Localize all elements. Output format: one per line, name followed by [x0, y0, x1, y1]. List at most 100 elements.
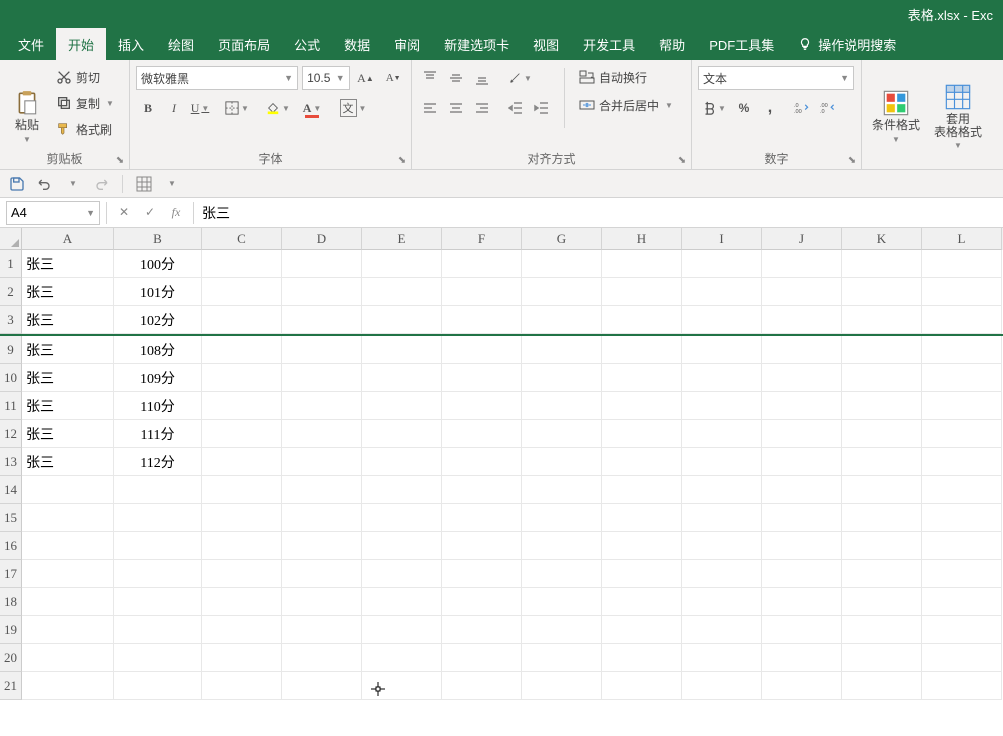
cell[interactable]	[682, 336, 762, 364]
cell[interactable]	[362, 392, 442, 420]
col-header-B[interactable]: B	[114, 228, 202, 250]
font-name-combo[interactable]: 微软雅黑▼	[136, 66, 298, 90]
cell[interactable]	[522, 336, 602, 364]
col-header-I[interactable]: I	[682, 228, 762, 250]
cell[interactable]	[442, 672, 522, 700]
cell[interactable]	[442, 392, 522, 420]
cell[interactable]: 张三	[22, 336, 114, 364]
touch-mode-button[interactable]	[133, 173, 155, 195]
cell[interactable]	[442, 504, 522, 532]
cell[interactable]	[922, 644, 1002, 672]
cell[interactable]	[282, 392, 362, 420]
cell[interactable]	[602, 306, 682, 334]
cell[interactable]	[362, 504, 442, 532]
cell[interactable]	[842, 672, 922, 700]
cell[interactable]	[762, 392, 842, 420]
cell[interactable]	[922, 672, 1002, 700]
cell[interactable]	[682, 504, 762, 532]
cell[interactable]	[442, 532, 522, 560]
cell[interactable]	[114, 532, 202, 560]
tab-developer[interactable]: 开发工具	[571, 28, 647, 60]
cell[interactable]	[522, 560, 602, 588]
cell[interactable]	[282, 588, 362, 616]
cell[interactable]	[22, 504, 114, 532]
cell[interactable]	[842, 278, 922, 306]
cell[interactable]: 100分	[114, 250, 202, 278]
cell[interactable]	[114, 504, 202, 532]
cell[interactable]	[282, 616, 362, 644]
accounting-format-button[interactable]: ▼	[698, 96, 730, 120]
cell[interactable]	[602, 448, 682, 476]
row-header[interactable]: 19	[0, 616, 22, 644]
cell[interactable]	[522, 448, 602, 476]
col-header-D[interactable]: D	[282, 228, 362, 250]
cell[interactable]	[842, 504, 922, 532]
border-button[interactable]: ▼	[221, 96, 253, 120]
cell[interactable]	[114, 560, 202, 588]
cell[interactable]	[442, 644, 522, 672]
name-box[interactable]: A4▼	[6, 201, 100, 225]
align-bottom-button[interactable]	[470, 66, 494, 90]
cell[interactable]	[522, 364, 602, 392]
alignment-launcher[interactable]: ⬊	[675, 153, 689, 167]
cell[interactable]	[202, 588, 282, 616]
row-header[interactable]: 12	[0, 420, 22, 448]
cell[interactable]	[522, 278, 602, 306]
row-header[interactable]: 13	[0, 448, 22, 476]
tab-review[interactable]: 审阅	[382, 28, 432, 60]
cell[interactable]	[762, 448, 842, 476]
cell[interactable]	[682, 364, 762, 392]
cell[interactable]	[522, 420, 602, 448]
cell[interactable]	[522, 504, 602, 532]
tab-home[interactable]: 开始	[56, 28, 106, 60]
cell[interactable]: 112分	[114, 448, 202, 476]
cell[interactable]	[22, 560, 114, 588]
col-header-E[interactable]: E	[362, 228, 442, 250]
col-header-K[interactable]: K	[842, 228, 922, 250]
cell[interactable]: 109分	[114, 364, 202, 392]
increase-decimal-button[interactable]: .0.00	[790, 96, 814, 120]
underline-button[interactable]: U▼	[188, 96, 212, 120]
row-header[interactable]: 15	[0, 504, 22, 532]
cell[interactable]	[22, 532, 114, 560]
cell[interactable]	[682, 560, 762, 588]
tab-view[interactable]: 视图	[521, 28, 571, 60]
tab-pdftools[interactable]: PDF工具集	[697, 28, 786, 60]
italic-button[interactable]: I	[162, 96, 186, 120]
cell[interactable]	[762, 476, 842, 504]
cell[interactable]	[282, 420, 362, 448]
cell[interactable]	[762, 644, 842, 672]
increase-indent-button[interactable]	[530, 96, 554, 120]
cell[interactable]	[762, 364, 842, 392]
cell[interactable]	[682, 476, 762, 504]
cell[interactable]	[842, 560, 922, 588]
cell[interactable]	[602, 420, 682, 448]
cell[interactable]	[682, 672, 762, 700]
decrease-decimal-button[interactable]: .00.0	[816, 96, 840, 120]
cell[interactable]	[202, 644, 282, 672]
cell[interactable]	[762, 306, 842, 334]
select-all-corner[interactable]	[0, 228, 22, 250]
cell[interactable]: 张三	[22, 420, 114, 448]
cell[interactable]	[522, 306, 602, 334]
cell[interactable]	[362, 644, 442, 672]
cell[interactable]	[362, 278, 442, 306]
cell[interactable]	[682, 644, 762, 672]
tab-data[interactable]: 数据	[332, 28, 382, 60]
formula-input[interactable]	[194, 201, 1003, 225]
cell[interactable]	[442, 588, 522, 616]
row-header[interactable]: 18	[0, 588, 22, 616]
row-header[interactable]: 2	[0, 278, 22, 306]
cell[interactable]	[762, 278, 842, 306]
align-top-button[interactable]	[418, 66, 442, 90]
cell[interactable]	[282, 644, 362, 672]
font-launcher[interactable]: ⬊	[395, 153, 409, 167]
number-launcher[interactable]: ⬊	[845, 153, 859, 167]
qat-customize[interactable]: ▼	[161, 173, 183, 195]
cell[interactable]	[362, 672, 442, 700]
cell[interactable]	[842, 644, 922, 672]
cell[interactable]	[602, 476, 682, 504]
cell[interactable]	[842, 448, 922, 476]
cell[interactable]: 102分	[114, 306, 202, 334]
cell[interactable]	[922, 532, 1002, 560]
